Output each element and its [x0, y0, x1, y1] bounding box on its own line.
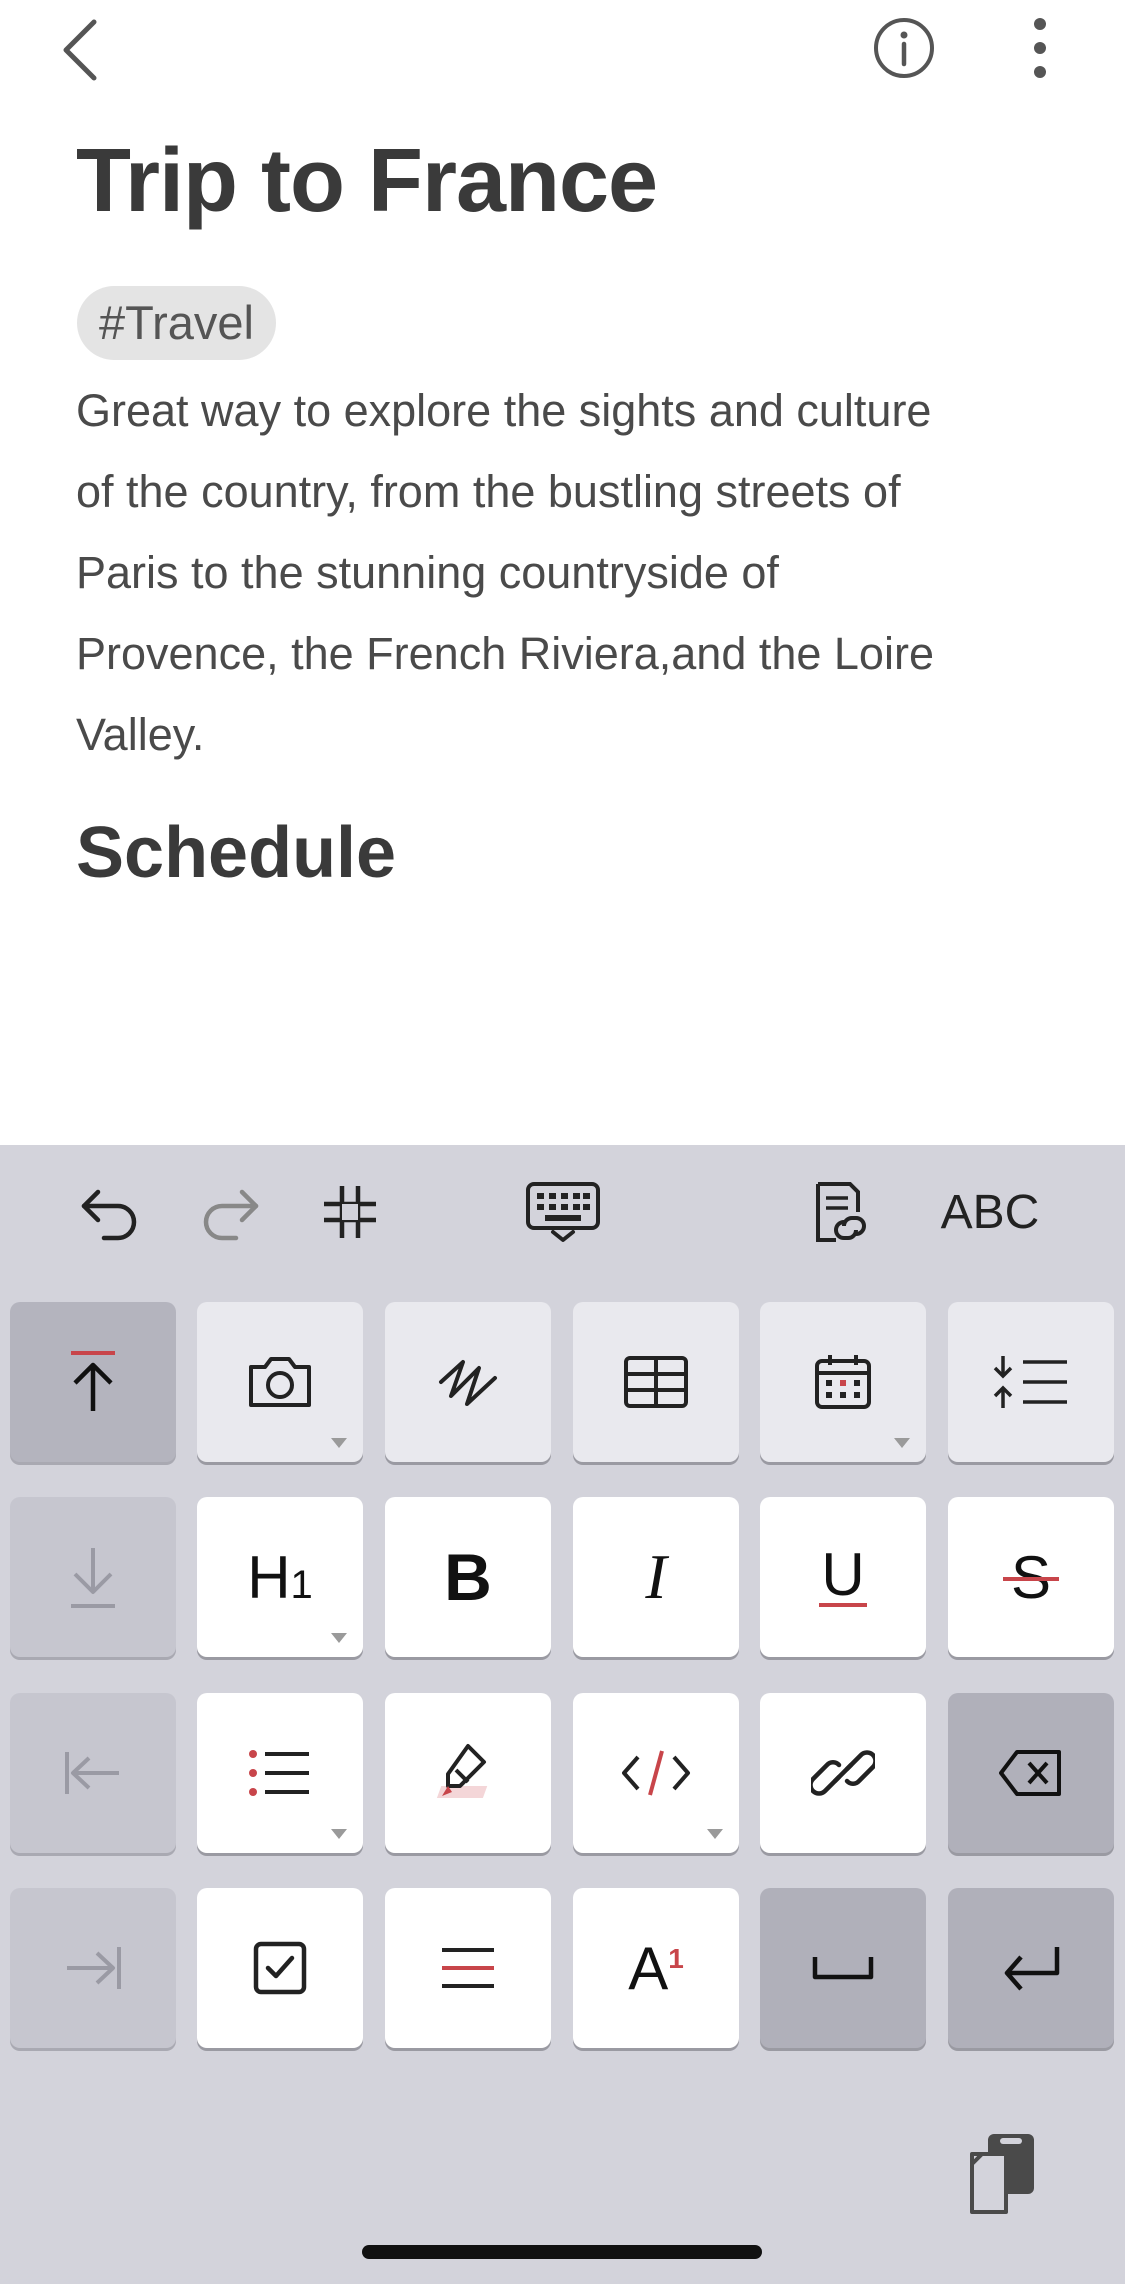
- undo-button[interactable]: [70, 1170, 150, 1254]
- note-body[interactable]: Great way to explore the sights and cult…: [76, 370, 1036, 775]
- bold-key[interactable]: B: [385, 1497, 551, 1657]
- calendar-icon: [815, 1355, 871, 1409]
- chevron-left-icon: [63, 19, 97, 81]
- bullet-list-key[interactable]: [197, 1693, 363, 1853]
- home-indicator[interactable]: [362, 2245, 762, 2259]
- dropdown-indicator-icon: [331, 1829, 347, 1839]
- note-link-icon: [816, 1182, 866, 1242]
- strikethrough-key[interactable]: S: [948, 1497, 1114, 1657]
- code-key[interactable]: [573, 1693, 739, 1853]
- section-heading[interactable]: Schedule: [76, 812, 396, 894]
- date-key[interactable]: [760, 1302, 926, 1462]
- abc-label: ABC: [940, 1185, 1040, 1239]
- undo-icon: [81, 1189, 137, 1241]
- return-key[interactable]: [948, 1888, 1114, 2048]
- italic-label: I: [645, 1541, 667, 1612]
- clipboard-icon: [970, 2134, 1034, 2214]
- body-line: Valley.: [76, 709, 205, 760]
- arrow-to-top-icon: [71, 1351, 115, 1411]
- move-to-top-key[interactable]: [10, 1302, 176, 1462]
- arrow-to-bottom-icon: [71, 1548, 115, 1608]
- camera-key[interactable]: [197, 1302, 363, 1462]
- dropdown-indicator-icon: [331, 1438, 347, 1448]
- more-options-button[interactable]: [1020, 12, 1060, 84]
- more-vertical-icon: [1034, 18, 1046, 78]
- note-title[interactable]: Trip to France: [76, 130, 658, 233]
- line-spacing-key[interactable]: [948, 1302, 1114, 1462]
- heading-key[interactable]: H1: [197, 1497, 363, 1657]
- body-line: of the country, from the bustling street…: [76, 466, 901, 517]
- format-icon: [324, 1186, 376, 1238]
- bullet-list-icon: [249, 1750, 309, 1796]
- space-icon: [812, 1957, 874, 1980]
- table-icon: [624, 1356, 688, 1408]
- superscript-key[interactable]: A1: [573, 1888, 739, 2048]
- body-line: Provence, the French Riviera,and the Loi…: [76, 628, 934, 679]
- strikethrough-label: S: [1002, 1543, 1060, 1612]
- space-key[interactable]: [760, 1888, 926, 2048]
- delete-key[interactable]: [948, 1693, 1114, 1853]
- dropdown-indicator-icon: [331, 1633, 347, 1643]
- indent-icon: [67, 1947, 121, 1989]
- outdent-icon: [65, 1752, 119, 1794]
- body-line: Great way to explore the sights and cult…: [76, 385, 932, 436]
- format-settings-button[interactable]: [310, 1170, 390, 1254]
- highlighter-icon: [436, 1744, 488, 1798]
- dropdown-indicator-icon: [894, 1438, 910, 1448]
- hide-keyboard-button[interactable]: [520, 1170, 606, 1254]
- table-key[interactable]: [573, 1302, 739, 1462]
- tag-chip[interactable]: #Travel: [77, 286, 276, 360]
- clipboard-button[interactable]: [962, 2128, 1042, 2220]
- checklist-key[interactable]: [197, 1888, 363, 2048]
- italic-key[interactable]: I: [573, 1497, 739, 1657]
- outdent-key[interactable]: [10, 1693, 176, 1853]
- return-icon: [1004, 1947, 1060, 1991]
- redo-icon: [203, 1189, 259, 1241]
- dropdown-indicator-icon: [707, 1829, 723, 1839]
- indent-key[interactable]: [10, 1888, 176, 2048]
- back-button[interactable]: [50, 10, 110, 90]
- info-button[interactable]: [868, 12, 940, 84]
- spellcheck-button[interactable]: ABC: [925, 1170, 1055, 1254]
- line-spacing-icon: [993, 1356, 1067, 1408]
- camera-icon: [249, 1357, 311, 1407]
- superscript-label: A1: [628, 1934, 684, 2002]
- align-center-icon: [442, 1948, 494, 1988]
- info-icon: [874, 18, 934, 78]
- redo-button[interactable]: [190, 1170, 270, 1254]
- align-key[interactable]: [385, 1888, 551, 2048]
- note-link-button[interactable]: [800, 1170, 880, 1254]
- link-icon: [811, 1750, 875, 1796]
- handwriting-key[interactable]: [385, 1302, 551, 1462]
- bold-label: B: [444, 1540, 492, 1614]
- backspace-icon: [999, 1750, 1061, 1796]
- underline-label: U: [819, 1541, 867, 1608]
- body-line: Paris to the stunning countryside of: [76, 547, 779, 598]
- link-key[interactable]: [760, 1693, 926, 1853]
- heading-label: H1: [247, 1543, 313, 1611]
- move-to-bottom-key[interactable]: [10, 1497, 176, 1657]
- pen-scribble-icon: [439, 1360, 497, 1406]
- keyboard-icon: [526, 1182, 600, 1242]
- highlight-key[interactable]: [385, 1693, 551, 1853]
- underline-key[interactable]: U: [760, 1497, 926, 1657]
- checkbox-icon: [253, 1941, 307, 1995]
- code-icon: [622, 1750, 690, 1796]
